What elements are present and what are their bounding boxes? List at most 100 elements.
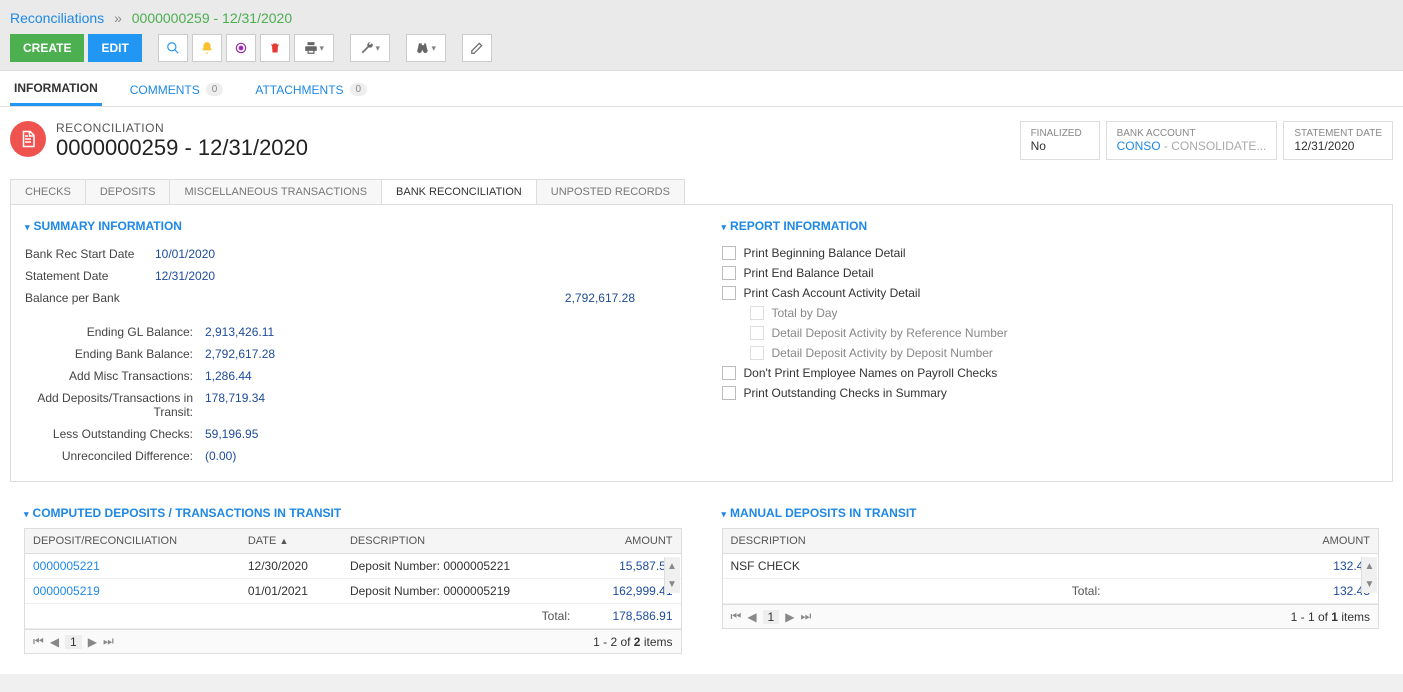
checkbox-detail-ref: Detail Deposit Activity by Reference Num… — [722, 323, 1379, 343]
cell: 12/30/2020 — [240, 554, 342, 579]
binoculars-icon[interactable]: ▾ — [406, 34, 446, 62]
col-header[interactable]: DESCRIPTION — [723, 529, 1109, 554]
pager-summary: 1 - 1 of 1 items — [1291, 610, 1370, 624]
create-button[interactable]: CREATE — [10, 34, 84, 62]
col-header[interactable]: DEPOSIT/RECONCILIATION — [25, 529, 240, 554]
document-icon — [10, 121, 46, 157]
pager: ⏮ ◀ 1 ▶ ⏭ — [731, 609, 812, 624]
cell: Deposit Number: 0000005221 — [342, 554, 578, 579]
bank-account-name: - CONSOLIDATE... — [1161, 139, 1267, 153]
pager-current-page: 1 — [763, 610, 780, 624]
attachments-badge: 0 — [350, 83, 368, 96]
checkbox-no-emp-names[interactable]: Don't Print Employee Names on Payroll Ch… — [722, 363, 1379, 383]
deposit-link[interactable]: 0000005221 — [33, 559, 100, 573]
checkbox-end-balance[interactable]: Print End Balance Detail — [722, 263, 1379, 283]
label: Add Misc Transactions: — [25, 369, 205, 383]
tab-comments[interactable]: COMMENTS 0 — [126, 71, 228, 106]
label: Bank Rec Start Date — [25, 247, 155, 261]
finalized-box: FINALIZED No — [1020, 121, 1100, 160]
pager-summary: 1 - 2 of 2 items — [593, 635, 672, 649]
pager-first-icon[interactable]: ⏮ — [33, 634, 44, 649]
scroll-up-icon[interactable]: ▲ — [1361, 557, 1377, 575]
label: Statement Date — [25, 269, 155, 283]
tab-misc-transactions[interactable]: MISCELLANEOUS TRANSACTIONS — [169, 179, 382, 204]
computed-grid: DEPOSIT/RECONCILIATION DATE ▲ DESCRIPTIO… — [24, 528, 682, 654]
edit-button[interactable]: EDIT — [88, 34, 141, 62]
tab-information[interactable]: INFORMATION — [10, 71, 102, 106]
checkbox-cash-activity[interactable]: Print Cash Account Activity Detail — [722, 283, 1379, 303]
col-header[interactable]: AMOUNT — [578, 529, 680, 554]
tab-unposted-records[interactable]: UNPOSTED RECORDS — [536, 179, 685, 204]
statement-date-box: STATEMENT DATE 12/31/2020 — [1283, 121, 1393, 160]
tab-checks[interactable]: CHECKS — [10, 179, 86, 204]
label: Less Outstanding Checks: — [25, 427, 205, 441]
value: (0.00) — [205, 449, 682, 463]
table-row[interactable]: NSF CHECK 132.43 — [723, 554, 1379, 579]
page-title: 0000000259 - 12/31/2020 — [56, 135, 308, 161]
col-header[interactable]: AMOUNT — [1108, 529, 1378, 554]
bell-icon[interactable] — [192, 34, 222, 62]
main-tabs: INFORMATION COMMENTS 0 ATTACHMENTS 0 — [0, 71, 1403, 107]
scroll-down-icon[interactable]: ▼ — [1361, 575, 1377, 593]
checkbox-outstanding-summary[interactable]: Print Outstanding Checks in Summary — [722, 383, 1379, 403]
search-icon[interactable] — [158, 34, 188, 62]
target-icon[interactable] — [226, 34, 256, 62]
table-row[interactable]: 0000005221 12/30/2020 Deposit Number: 00… — [25, 554, 681, 579]
value: 2,792,617.28 — [155, 291, 635, 305]
page-label: RECONCILIATION — [56, 121, 308, 135]
pager-last-icon[interactable]: ⏭ — [800, 609, 811, 624]
value: 2,913,426.11 — [205, 325, 682, 339]
report-section-header[interactable]: ▾REPORT INFORMATION — [722, 219, 1379, 233]
label: Add Deposits/Transactions in Transit: — [25, 391, 205, 419]
wrench-icon[interactable]: ▾ — [350, 34, 390, 62]
label: Balance per Bank — [25, 291, 155, 305]
summary-section-header[interactable]: ▾SUMMARY INFORMATION — [25, 219, 682, 233]
cell: 132.43 — [1108, 554, 1378, 579]
label: Unreconciled Difference: — [25, 449, 205, 463]
table-row[interactable]: 0000005219 01/01/2021 Deposit Number: 00… — [25, 579, 681, 604]
comments-badge: 0 — [206, 83, 224, 96]
col-header[interactable]: DATE ▲ — [240, 529, 342, 554]
value: 178,719.34 — [205, 391, 682, 419]
manual-section-header[interactable]: ▾MANUAL DEPOSITS IN TRANSIT — [722, 506, 1380, 520]
total-value: 178,586.91 — [578, 604, 680, 629]
pager-last-icon[interactable]: ⏭ — [103, 634, 114, 649]
tab-bank-reconciliation[interactable]: BANK RECONCILIATION — [381, 179, 537, 204]
sort-asc-icon: ▲ — [279, 536, 288, 546]
tab-attachments[interactable]: ATTACHMENTS 0 — [251, 71, 371, 106]
delete-icon[interactable] — [260, 34, 290, 62]
value: 12/31/2020 — [155, 269, 635, 283]
total-value: 132.43 — [1108, 579, 1378, 604]
breadcrumb-root[interactable]: Reconciliations — [10, 10, 104, 26]
scroll-down-icon[interactable]: ▼ — [664, 575, 680, 593]
value: 2,792,617.28 — [205, 347, 682, 361]
tab-deposits[interactable]: DEPOSITS — [85, 179, 171, 204]
checkbox-detail-dep: Detail Deposit Activity by Deposit Numbe… — [722, 343, 1379, 363]
deposit-link[interactable]: 0000005219 — [33, 584, 100, 598]
edit-icon[interactable] — [462, 34, 492, 62]
info-label: BANK ACCOUNT — [1117, 128, 1267, 139]
cell: Deposit Number: 0000005219 — [342, 579, 578, 604]
pager-next-icon[interactable]: ▶ — [785, 610, 794, 624]
pager: ⏮ ◀ 1 ▶ ⏭ — [33, 634, 114, 649]
manual-grid: DESCRIPTION AMOUNT NSF CHECK 132.43 Tota… — [722, 528, 1380, 629]
pager-prev-icon[interactable]: ◀ — [50, 635, 59, 649]
label: Ending GL Balance: — [25, 325, 205, 339]
value: 10/01/2020 — [155, 247, 635, 261]
subtabs: CHECKS DEPOSITS MISCELLANEOUS TRANSACTIO… — [10, 179, 1393, 204]
col-header[interactable]: DESCRIPTION — [342, 529, 578, 554]
total-row: Total: 132.43 — [723, 579, 1379, 604]
pager-first-icon[interactable]: ⏮ — [731, 609, 742, 624]
checkbox-begin-balance[interactable]: Print Beginning Balance Detail — [722, 243, 1379, 263]
value: 59,196.95 — [205, 427, 682, 441]
print-icon[interactable]: ▾ — [294, 34, 334, 62]
pager-next-icon[interactable]: ▶ — [88, 635, 97, 649]
pager-prev-icon[interactable]: ◀ — [747, 610, 756, 624]
value: 1,286.44 — [205, 369, 682, 383]
computed-section-header[interactable]: ▾COMPUTED DEPOSITS / TRANSACTIONS IN TRA… — [24, 506, 682, 520]
cell: NSF CHECK — [723, 554, 1109, 579]
breadcrumb-current: 0000000259 - 12/31/2020 — [132, 10, 292, 26]
scroll-up-icon[interactable]: ▲ — [664, 557, 680, 575]
info-value: No — [1031, 139, 1089, 153]
bank-account-link[interactable]: CONSO — [1117, 139, 1161, 153]
